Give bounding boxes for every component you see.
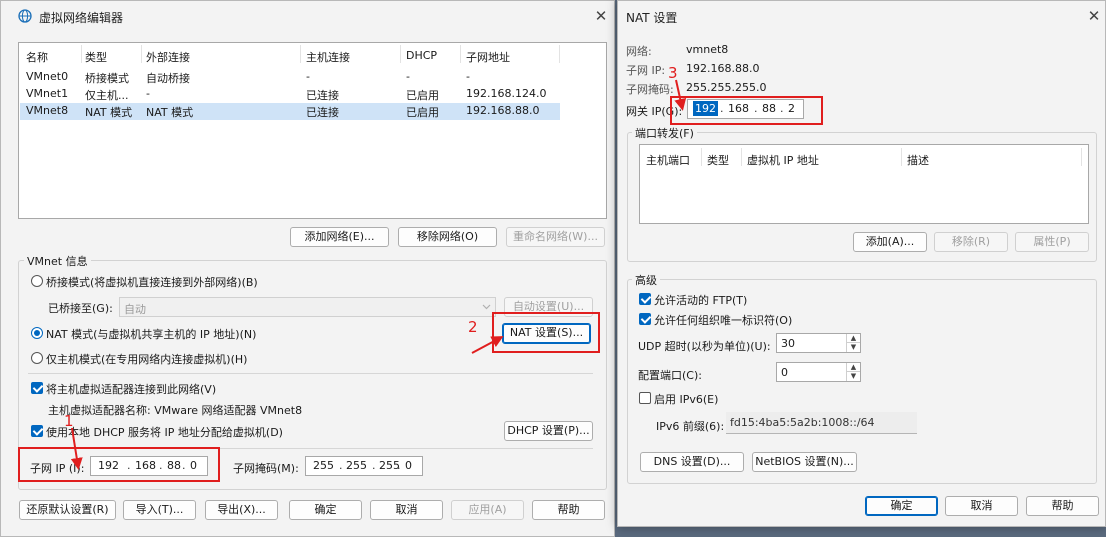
arrow-icon — [674, 79, 687, 111]
arrow-icon — [70, 427, 83, 470]
arrow-icon — [471, 336, 504, 354]
annotation-arrows — [70, 79, 687, 470]
